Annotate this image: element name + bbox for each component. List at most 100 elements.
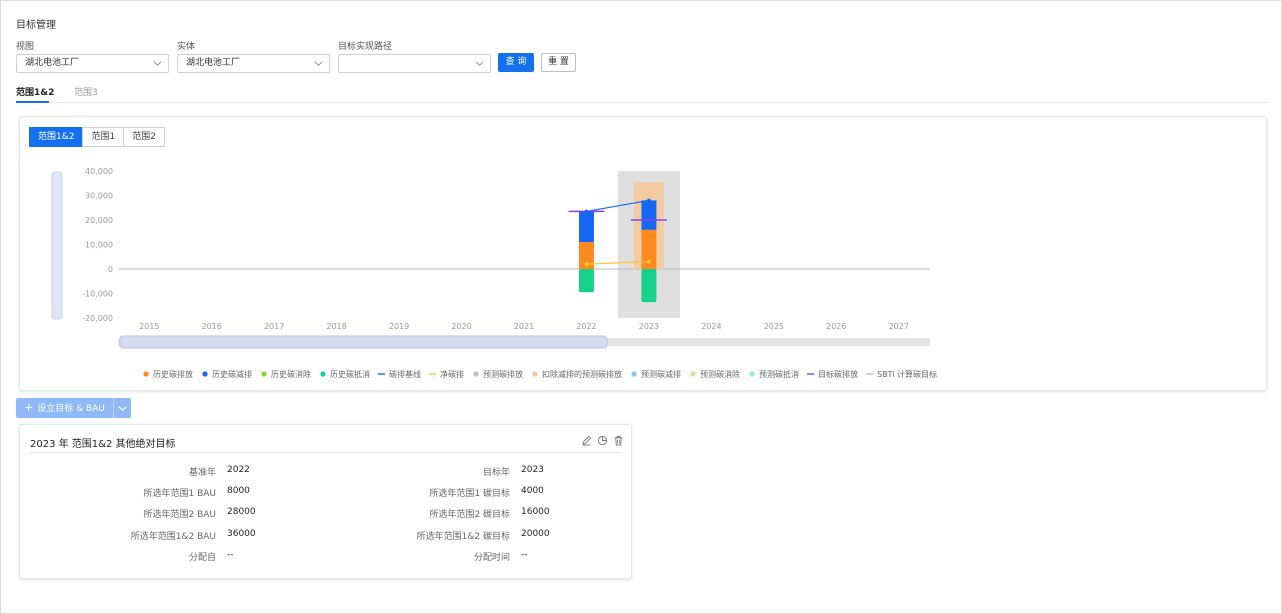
legend-label: SBTi 计算碳目标 [877,369,937,379]
view-select[interactable]: 湖北电池工厂 [16,54,169,73]
scope1-target-label: 所选年范围1 碳目标 [429,489,510,499]
legend-label: 扣除减排的预测碳排放 [542,369,622,379]
legend-dot [261,371,267,377]
legend-label: 历史碳抵消 [330,369,370,379]
net-emission-point [584,262,589,266]
allocated-from-label: 分配自 [188,553,216,563]
chevron-down-icon [118,406,127,412]
x-tick-label: 2019 [389,322,409,331]
x-tick-label: 2024 [701,322,721,331]
legend-dot [143,371,149,377]
scope2-target-value: 16000 [521,507,550,517]
net-emission-point [647,259,651,264]
bar-segment [578,211,594,243]
allocated-time-value: -- [521,550,528,560]
scope12-bau-label: 所选年范围1&2 BAU [130,532,216,542]
view-select-value: 湖北电池工厂 [25,58,80,68]
legend-dot [473,371,479,377]
legend-dot [320,371,326,377]
legend-label: 目标碳排放 [818,369,858,379]
pie-chart-icon[interactable] [597,435,608,446]
x-tick-label: 2027 [889,322,909,331]
legend-label: 净碳排 [440,369,464,379]
base-year-label: 基准年 [188,468,216,478]
x-tick-label: 2016 [202,322,222,331]
y-tick-label: -10,000 [82,290,113,299]
entity-select[interactable]: 湖北电池工厂 [177,54,330,73]
x-tick-label: 2026 [826,322,846,331]
tab-scope-1-2[interactable]: 范围1&2 [16,85,54,98]
scope-tabs: 范围1&2 范围3 [16,82,1270,103]
y-tick-label: 30,000 [85,192,113,201]
target-card: 2023 年 范围1&2 其他绝对目标 基准年 2022 所选年范围1 BAU … [19,424,632,579]
y-tick-label: 20,000 [85,216,113,225]
add-target-dropdown[interactable] [112,398,131,418]
target-divider [30,452,622,453]
scope12-bau-value: 36000 [227,529,256,539]
legend-dot [749,371,755,377]
x-zoom-window [119,335,608,349]
legend-label: 预测碳排放 [483,369,523,379]
scope1-bau-value: 8000 [227,486,250,496]
chart-card: 范围1&2 范围1 范围2 40,000 30,000 20,000 10,000 0-… [19,116,1267,391]
legend-label: 预测碳减排 [641,369,681,379]
y-tick-label: -20,000 [82,314,113,323]
add-target-group: + 设立目标 & BAU [16,398,131,418]
target-title: 2023 年 范围1&2 其他绝对目标 [30,439,176,450]
scope12-target-label: 所选年范围1&2 碳目标 [416,532,510,542]
entity-select-value: 湖北电池工厂 [186,58,241,68]
chevron-down-icon [314,61,323,66]
baseline-point [584,209,589,214]
x-tick-label: 2025 [764,322,784,331]
legend-dot [532,371,538,377]
bar-segment [578,269,594,293]
plus-icon: + [24,401,34,414]
legend-label: 预测碳消除 [700,369,740,379]
active-tab-indicator [16,101,49,103]
path-select[interactable] [338,54,491,73]
legend-dot [202,371,208,377]
chevron-down-icon [153,61,162,66]
legend-label: 历史碳减排 [212,369,252,379]
x-tick-label: 2023 [639,322,659,331]
page-title: 目标管理 [16,20,56,31]
x-tick-label: 2018 [326,322,346,331]
reset-button[interactable]: 重 置 [541,53,576,72]
legend-label: 碳排基线 [389,369,421,379]
y-tick-label: 0 [108,265,113,274]
target-year-value: 2023 [521,465,544,475]
emissions-chart: 40,000 30,000 20,000 10,000 0 -10,000 -20,000 2… [51,167,937,379]
scope1-target-value: 4000 [521,486,544,496]
scope1-bau-label: 所选年范围1 BAU [143,489,216,499]
base-year-value: 2022 [227,465,250,475]
chevron-down-icon [475,61,484,66]
add-target-label: 设立目标 & BAU [37,404,105,414]
bar-segment [641,269,657,303]
baseline-point [647,198,651,203]
delete-icon[interactable] [613,435,624,446]
legend-dot [690,371,696,377]
entity-label: 实体 [177,42,196,52]
scope2-target-label: 所选年范围2 碳目标 [429,510,510,520]
view-label: 视图 [16,42,35,52]
tab-scope-3[interactable]: 范围3 [74,85,98,98]
x-tick-label: 2021 [514,322,534,331]
path-label: 目标实现路径 [338,42,393,52]
bar-segment [641,200,657,230]
target-year-label: 目标年 [482,468,510,478]
y-tick-label: 10,000 [85,241,113,250]
scope2-bau-label: 所选年范围2 BAU [143,510,216,520]
legend-label: 历史碳消除 [271,369,311,379]
allocated-time-label: 分配时间 [473,553,510,563]
scope12-target-value: 20000 [521,529,550,539]
legend-label: 历史碳排放 [153,369,193,379]
edit-icon[interactable] [581,435,592,446]
query-button[interactable]: 查 询 [498,53,534,72]
allocated-from-value: -- [227,550,234,560]
legend-dot [631,371,637,377]
x-tick-label: 2015 [139,322,159,331]
y-tick-label: 40,000 [85,167,113,176]
add-target-button[interactable]: + 设立目标 & BAU [16,398,113,418]
x-tick-label: 2017 [264,322,284,331]
x-tick-label: 2020 [451,322,471,331]
